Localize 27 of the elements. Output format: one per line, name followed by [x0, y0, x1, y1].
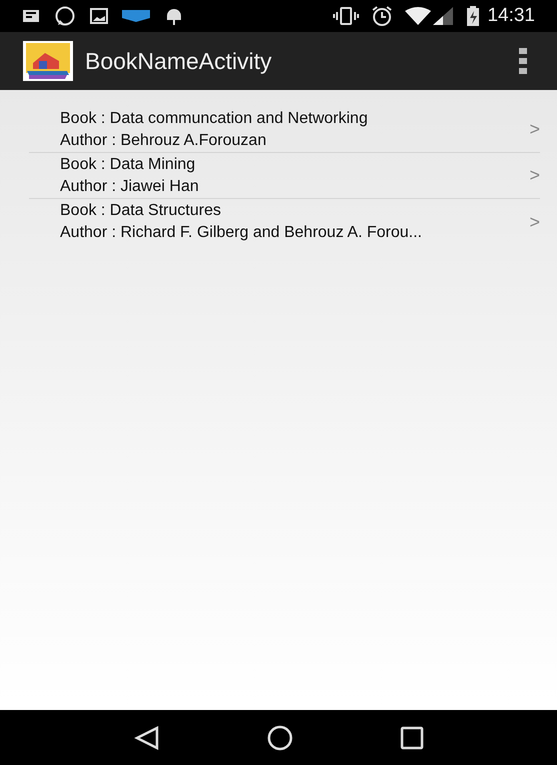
recent-apps-icon[interactable]: [400, 726, 424, 750]
alarm-icon: [371, 5, 394, 27]
vibrate-icon: [333, 6, 360, 26]
book-author: Author : Richard F. Gilberg and Behrouz A. Forou...: [60, 223, 423, 243]
book-title: Book : Data Mining: [60, 154, 196, 174]
book-author: Author : Jiawei Han: [60, 176, 200, 196]
clock-time: 14:31: [487, 4, 535, 28]
book-list-item[interactable]: Book : Data Structures Author : Richard F. Gilberg and Behrouz A. Forou... >: [29, 199, 540, 245]
chevron: >: [529, 210, 540, 234]
book-list-item[interactable]: Book : Data communcation and Networking Author : Behrouz A.Forouzan >: [29, 107, 540, 153]
home-icon[interactable]: [266, 724, 292, 750]
book-title: Book : Data Structures: [60, 201, 222, 221]
app-logo-icon: [23, 41, 73, 81]
chat-bubble-icon: [54, 5, 76, 27]
book-list-item[interactable]: Book : Data Mining Author : Jiawei Han >: [29, 153, 540, 199]
back-icon[interactable]: [134, 726, 160, 750]
chevron: >: [529, 118, 540, 141]
battery-icon: [467, 6, 480, 26]
signal-icon: [433, 7, 454, 25]
notification-icon: [22, 8, 40, 24]
chevron: >: [529, 164, 540, 187]
banner-icon: [122, 10, 150, 22]
book-title: Book : Data communcation and Networking: [60, 108, 369, 128]
overflow-menu-icon[interactable]: [519, 48, 527, 74]
image-icon: [90, 8, 108, 24]
app-title: BookNameActivity: [85, 46, 272, 76]
book-author: Author : Behrouz A.Forouzan: [60, 130, 268, 150]
